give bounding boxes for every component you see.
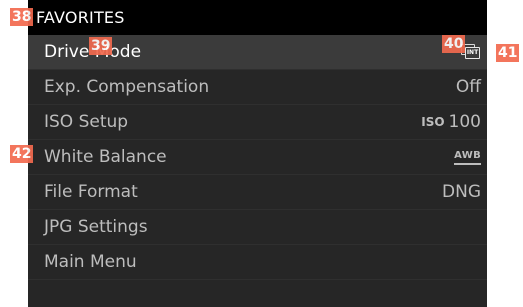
menu-item-file-format[interactable]: File Format DNG [28, 175, 487, 210]
menu-item-exp-compensation[interactable]: Exp. Compensation Off [28, 70, 487, 105]
menu-item-label: Exp. Compensation [44, 77, 210, 97]
file-format-value: DNG [442, 182, 481, 202]
favorites-menu: Drive Mode INT Exp. Compensation Off ISO… [28, 35, 487, 280]
menu-item-white-balance[interactable]: White Balance AWB [28, 140, 487, 175]
menu-item-label: JPG Settings [44, 217, 148, 237]
menu-header: FAVORITES [28, 0, 487, 35]
annotation-badge-40: 40 [442, 35, 466, 53]
annotation-badge-41: 41 [496, 44, 520, 62]
menu-item-label: File Format [44, 182, 138, 202]
awb-icon: AWB [454, 150, 481, 165]
annotation-badge-38: 38 [10, 8, 34, 26]
iso-prefix: ISO [421, 115, 445, 129]
menu-item-main-menu[interactable]: Main Menu [28, 245, 487, 280]
white-balance-value: AWB [454, 150, 481, 165]
iso-number: 100 [448, 112, 481, 132]
menu-item-label: ISO Setup [44, 112, 129, 132]
menu-title: FAVORITES [36, 8, 125, 27]
annotation-badge-39: 39 [89, 37, 113, 55]
menu-item-iso-setup[interactable]: ISO Setup ISO 100 [28, 105, 487, 140]
menu-item-label: Main Menu [44, 252, 137, 272]
exp-compensation-value: Off [455, 77, 481, 97]
iso-value: ISO 100 [421, 112, 481, 132]
annotation-badge-42: 42 [10, 145, 34, 163]
menu-item-jpg-settings[interactable]: JPG Settings [28, 210, 487, 245]
menu-item-label: White Balance [44, 147, 167, 167]
